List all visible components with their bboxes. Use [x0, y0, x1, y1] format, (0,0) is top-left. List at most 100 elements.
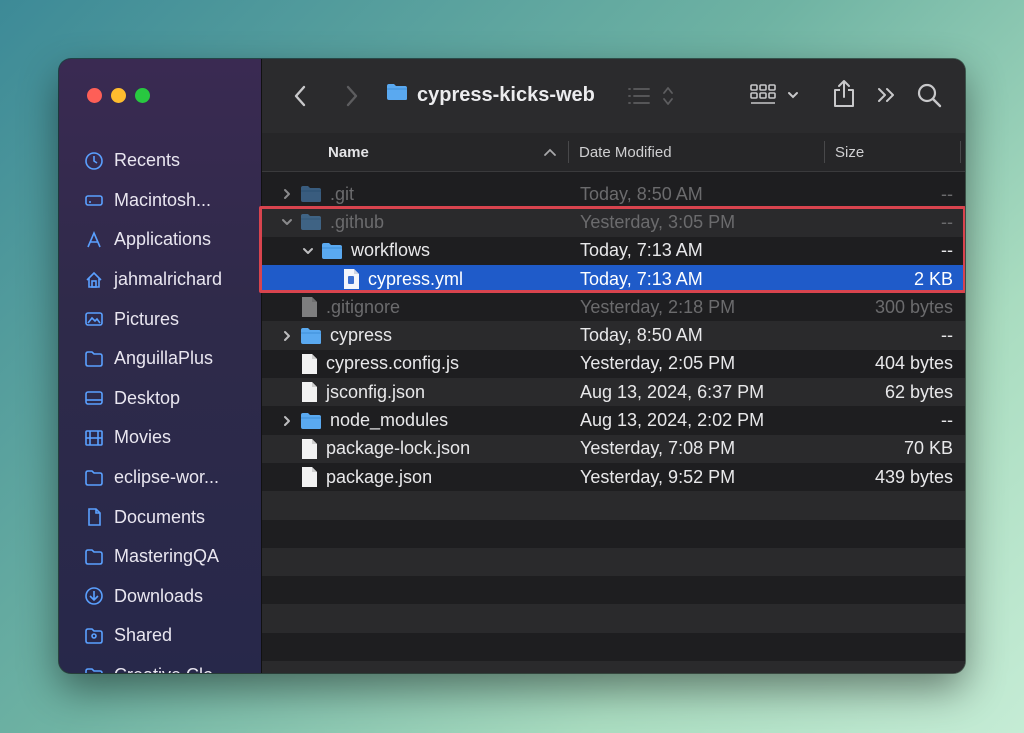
sidebar-list: Recents Macintosh... Applications jahmalric… — [59, 141, 261, 673]
disclosure-collapsed-icon[interactable] — [280, 414, 294, 428]
sidebar-item-label: eclipse-wor... — [114, 467, 220, 488]
sidebar-item[interactable]: Applications — [59, 220, 261, 260]
share-icon[interactable] — [832, 79, 856, 109]
file-row[interactable]: workflows Today, 7:13 AM -- — [262, 237, 965, 265]
sidebar-item[interactable]: jahmalrichard — [59, 260, 261, 300]
file-name: .git — [330, 183, 355, 204]
sidebar-item-label: jahmalrichard — [114, 269, 223, 290]
sidebar-item[interactable]: MasteringQA — [59, 537, 261, 577]
file-list: .git Today, 8:50 AM -- .github Yesterday, 3:… — [262, 180, 965, 673]
finder-window: Recents Macintosh... Applications jahmalric… — [59, 59, 965, 673]
file-icon — [300, 466, 318, 488]
sidebar-item[interactable]: Recents — [59, 141, 261, 181]
back-button[interactable] — [292, 84, 308, 108]
sidebar-item-label: Recents — [114, 150, 181, 171]
sidebar-item[interactable]: Creative Clo... — [59, 656, 261, 673]
sidebar-item[interactable]: AnguillaPlus — [59, 339, 261, 379]
name-cell: cypress — [280, 321, 392, 349]
photo-icon — [83, 308, 105, 330]
name-cell: package-lock.json — [280, 435, 470, 463]
folder-icon — [83, 546, 105, 568]
file-name: package-lock.json — [326, 438, 471, 459]
date-modified: Aug 13, 2024, 2:02 PM — [580, 410, 765, 431]
applications-icon — [83, 229, 105, 251]
minimize-button[interactable] — [111, 88, 126, 103]
file-row[interactable]: .git Today, 8:50 AM -- — [262, 180, 965, 208]
sidebar-item[interactable]: Desktop — [59, 379, 261, 419]
date-modified: Today, 8:50 AM — [580, 325, 703, 346]
column-divider[interactable] — [960, 141, 961, 163]
sidebar-item[interactable]: Pictures — [59, 299, 261, 339]
list-sort-button[interactable] — [627, 85, 677, 107]
file-icon — [300, 438, 318, 460]
file-row[interactable]: node_modules Aug 13, 2024, 2:02 PM -- — [262, 406, 965, 434]
sidebar-item[interactable]: Documents — [59, 497, 261, 537]
date-modified: Today, 7:13 AM — [580, 268, 703, 289]
download-icon — [83, 585, 105, 607]
file-row[interactable]: package-lock.json Yesterday, 7:08 PM 70 KB — [262, 434, 965, 463]
zoom-button[interactable] — [135, 88, 150, 103]
sidebar-item-label: Shared — [114, 625, 173, 646]
disclosure-expanded-icon[interactable] — [301, 244, 315, 258]
file-name: .github — [330, 211, 385, 232]
name-cell: .git — [280, 180, 354, 208]
file-name: node_modules — [330, 410, 449, 431]
file-row[interactable]: .github Yesterday, 3:05 PM -- — [262, 208, 965, 237]
disclosure-collapsed-icon[interactable] — [280, 187, 294, 201]
folder-icon — [300, 327, 322, 345]
search-icon[interactable] — [917, 83, 943, 109]
forward-button[interactable] — [344, 84, 360, 108]
sidebar-item[interactable]: eclipse-wor... — [59, 458, 261, 498]
sidebar-item[interactable]: Shared — [59, 616, 261, 656]
name-cell: jsconfig.json — [280, 378, 425, 406]
drive-icon — [83, 189, 105, 211]
name-cell: node_modules — [280, 406, 448, 434]
date-column-header[interactable]: Date Modified — [579, 133, 672, 171]
home-icon — [83, 269, 105, 291]
column-divider[interactable] — [568, 141, 569, 163]
sidebar: Recents Macintosh... Applications jahmalric… — [59, 59, 262, 673]
file-name: .gitignore — [326, 296, 401, 317]
name-column-header[interactable]: Name — [328, 133, 369, 171]
file-icon — [300, 381, 318, 403]
file-size: -- — [941, 240, 953, 261]
document-icon — [83, 506, 105, 528]
file-row[interactable]: jsconfig.json Aug 13, 2024, 6:37 PM 62 byt… — [262, 378, 965, 407]
file-icon — [300, 296, 318, 318]
file-size: 70 KB — [903, 438, 953, 459]
empty-row — [262, 633, 965, 661]
file-row[interactable]: cypress.yml Today, 7:13 AM 2 KB — [262, 264, 965, 294]
close-button[interactable] — [87, 88, 102, 103]
file-row[interactable]: cypress.config.js Yesterday, 2:05 PM 404 b… — [262, 350, 965, 378]
sidebar-item-label: Applications — [114, 229, 212, 250]
file-name: package.json — [326, 466, 433, 487]
file-size: -- — [941, 211, 953, 232]
size-header-label: Size — [835, 143, 865, 161]
file-row[interactable]: package.json Yesterday, 9:52 PM 439 bytes — [262, 463, 965, 491]
column-header: Name Date Modified Size — [262, 133, 965, 172]
disclosure-collapsed-icon[interactable] — [280, 329, 294, 343]
folder-icon — [300, 412, 322, 430]
more-toolbar-icon[interactable] — [876, 86, 898, 104]
sidebar-item[interactable]: Movies — [59, 418, 261, 458]
empty-row — [262, 604, 965, 633]
sidebar-item[interactable]: Macintosh... — [59, 181, 261, 221]
desktop-icon — [83, 387, 105, 409]
file-size: 404 bytes — [874, 353, 953, 374]
size-column-header[interactable]: Size — [835, 133, 864, 171]
date-modified: Today, 8:50 AM — [580, 183, 703, 204]
date-modified: Aug 13, 2024, 6:37 PM — [580, 381, 765, 402]
date-modified: Yesterday, 2:05 PM — [580, 353, 736, 374]
file-row[interactable]: cypress Today, 8:50 AM -- — [262, 321, 965, 350]
file-row[interactable]: .gitignore Yesterday, 2:18 PM 300 bytes — [262, 293, 965, 321]
name-header-label: Name — [328, 143, 369, 161]
sidebar-item-label: MasteringQA — [114, 546, 220, 567]
name-cell: cypress.yml — [322, 265, 463, 293]
file-icon — [300, 353, 318, 375]
date-modified: Yesterday, 7:08 PM — [580, 438, 736, 459]
sidebar-item[interactable]: Downloads — [59, 577, 261, 617]
disclosure-expanded-icon[interactable] — [280, 215, 294, 229]
column-divider[interactable] — [824, 141, 825, 163]
view-options-icon[interactable] — [750, 83, 802, 109]
